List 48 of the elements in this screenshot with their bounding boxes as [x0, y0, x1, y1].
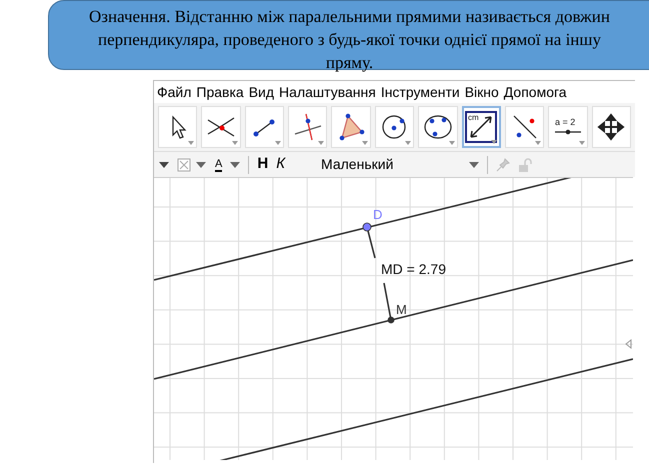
menu-item[interactable]: Допомога: [504, 82, 567, 102]
tool-button[interactable]: [504, 106, 544, 148]
caret-icon: [362, 141, 368, 145]
tool-button[interactable]: cm: [462, 106, 501, 148]
caret-icon: [448, 141, 455, 145]
bold-button[interactable]: Н: [257, 153, 268, 176]
move-arrows-icon: [596, 112, 626, 142]
caret-icon: [318, 141, 324, 145]
caret-icon: [405, 141, 412, 145]
menu-item[interactable]: Інструменти: [380, 82, 460, 102]
caret-icon[interactable]: [469, 162, 480, 168]
caret-icon[interactable]: [230, 162, 240, 168]
tool-button[interactable]: [331, 106, 371, 148]
menu-item[interactable]: Файл: [157, 82, 192, 102]
size-dropdown[interactable]: Маленький: [321, 154, 462, 175]
caret-icon: [490, 140, 497, 144]
menu-item[interactable]: Вид: [248, 82, 274, 102]
point-label: D: [373, 207, 382, 222]
tool-button[interactable]: [158, 106, 198, 148]
perpendicular-lines-icon: [292, 112, 323, 142]
caret-icon: [188, 141, 194, 145]
tool-button[interactable]: [201, 106, 241, 148]
tool-label: a = 2: [554, 117, 576, 127]
tool-button[interactable]: [374, 106, 414, 148]
text-color-button[interactable]: A: [215, 158, 222, 172]
tool-button[interactable]: [288, 106, 328, 148]
tool-label: cm: [468, 113, 479, 122]
menu-item[interactable]: Налаштування: [279, 82, 376, 102]
menu-item[interactable]: Вікно: [464, 82, 499, 102]
distance-label: MD = 2.79: [381, 261, 446, 277]
line-style-icon[interactable]: [177, 158, 207, 172]
collapse-triangle-icon[interactable]: [159, 162, 169, 168]
tool-button[interactable]: [244, 106, 284, 148]
tool-button[interactable]: [418, 106, 458, 148]
caret-icon: [275, 141, 282, 145]
caret-icon: [535, 141, 542, 145]
menu-item[interactable]: Правка: [196, 82, 244, 102]
graphics-view[interactable]: D MD = 2.79 M: [154, 177, 633, 460]
side-panel-toggle-icon[interactable]: [625, 338, 632, 350]
point[interactable]: [388, 316, 394, 324]
point-label: M: [396, 302, 407, 317]
italic-button[interactable]: К: [276, 153, 286, 176]
point[interactable]: [362, 222, 372, 232]
caret-icon: [578, 141, 585, 145]
caret-icon: [232, 141, 238, 145]
tool-button[interactable]: [592, 106, 631, 148]
tool-button[interactable]: a = 2: [548, 106, 588, 148]
definition-text: Означення. Відстанню між паралельними прямими називається довжин перпендикуляра, проведеного з будь-якої точки однієї прямої на іншу пряму.: [88, 6, 611, 74]
